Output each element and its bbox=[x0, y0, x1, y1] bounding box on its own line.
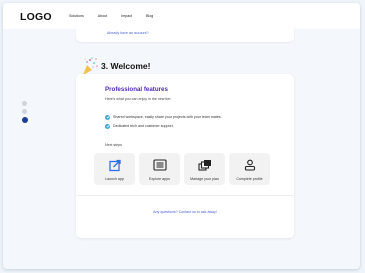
profile-icon bbox=[244, 159, 255, 171]
tile-label: Launch app bbox=[105, 177, 124, 181]
step-dot-2[interactable] bbox=[22, 109, 27, 114]
step-dot-1[interactable] bbox=[22, 101, 27, 106]
next-steps-tiles: Launch app Explore apps Manage your plan bbox=[94, 153, 274, 185]
already-have-account-link[interactable]: Already have an account? bbox=[107, 31, 149, 35]
plan-stack-icon bbox=[197, 160, 211, 171]
step-dot-3-active[interactable] bbox=[21, 117, 28, 123]
contact-us-link[interactable]: Any questions? Contact us to ask away! bbox=[76, 210, 294, 214]
step-title: 3. Welcome! bbox=[101, 61, 151, 71]
previous-step-card: Already have an account? bbox=[76, 27, 294, 42]
feature-item: Shared workspace, easily share your proj… bbox=[105, 114, 222, 120]
nav-item-solutions[interactable]: Solutions bbox=[69, 14, 84, 18]
step-indicator bbox=[21, 101, 28, 126]
card-subtitle: Here's what you can enjoy in the new tie… bbox=[105, 97, 172, 101]
logo[interactable]: LOGO bbox=[20, 11, 52, 23]
manage-plan-tile[interactable]: Manage your plan bbox=[184, 153, 225, 185]
app-frame: LOGO Solutions About Impact Blog Already… bbox=[3, 3, 360, 269]
card-title: Professional features bbox=[105, 86, 168, 93]
explore-apps-tile[interactable]: Explore apps bbox=[139, 153, 180, 185]
check-icon bbox=[105, 114, 110, 120]
feature-item: Dedicated tech and customer support. bbox=[105, 123, 222, 129]
tile-label: Manage your plan bbox=[190, 177, 219, 181]
complete-profile-tile[interactable]: Complete profile bbox=[229, 153, 270, 185]
launch-icon bbox=[108, 159, 121, 172]
feature-list: Shared workspace, easily share your proj… bbox=[105, 114, 222, 132]
launch-app-tile[interactable]: Launch app bbox=[94, 153, 135, 185]
nav-item-blog[interactable]: Blog bbox=[146, 14, 153, 18]
welcome-card: Professional features Here's what you ca… bbox=[76, 74, 294, 238]
nav-item-impact[interactable]: Impact bbox=[121, 14, 132, 18]
tile-label: Explore apps bbox=[149, 177, 170, 181]
party-popper-icon bbox=[83, 57, 98, 75]
tile-label: Complete profile bbox=[236, 177, 263, 181]
top-navigation-bar: LOGO Solutions About Impact Blog bbox=[3, 3, 360, 29]
apps-list-icon bbox=[152, 159, 167, 171]
main-nav: Solutions About Impact Blog bbox=[69, 14, 167, 18]
check-icon bbox=[105, 123, 110, 129]
nav-item-about[interactable]: About bbox=[98, 14, 107, 18]
feature-text: Dedicated tech and customer support. bbox=[113, 124, 174, 128]
feature-text: Shared workspace, easily share your proj… bbox=[113, 115, 222, 119]
divider bbox=[76, 195, 294, 196]
next-steps-label: Next steps bbox=[105, 143, 122, 147]
